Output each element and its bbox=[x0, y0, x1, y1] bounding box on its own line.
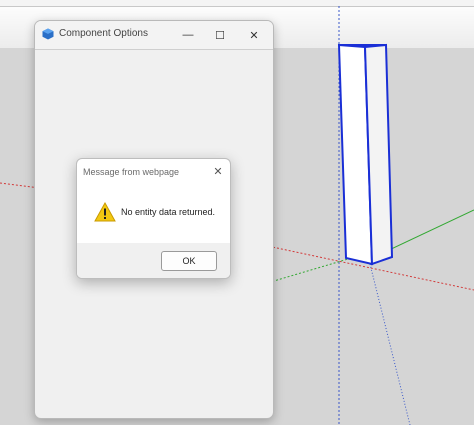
ok-button[interactable]: OK bbox=[161, 251, 217, 271]
maximize-button[interactable]: ☐ bbox=[209, 25, 231, 45]
cube-icon bbox=[42, 28, 54, 40]
dialog-close-button[interactable]: ✕ bbox=[211, 164, 225, 178]
window-title: Component Options bbox=[59, 28, 148, 39]
minimize-button[interactable]: — bbox=[177, 25, 199, 45]
minimize-icon: — bbox=[182, 29, 194, 41]
close-button[interactable]: ✕ bbox=[243, 25, 265, 45]
maximize-icon: ☐ bbox=[215, 29, 225, 42]
close-icon: ✕ bbox=[213, 165, 223, 178]
window-titlebar[interactable]: Component Options — ☐ ✕ bbox=[35, 21, 273, 50]
warning-icon bbox=[94, 202, 116, 222]
dialog-title: Message from webpage bbox=[83, 167, 180, 177]
dialog-message: No entity data returned. bbox=[121, 207, 216, 217]
blue-axis-lower bbox=[369, 263, 411, 425]
close-icon: ✕ bbox=[249, 29, 259, 42]
dialog-footer: OK bbox=[77, 243, 230, 278]
message-dialog: Message from webpage ✕ No entity data re… bbox=[76, 158, 231, 279]
